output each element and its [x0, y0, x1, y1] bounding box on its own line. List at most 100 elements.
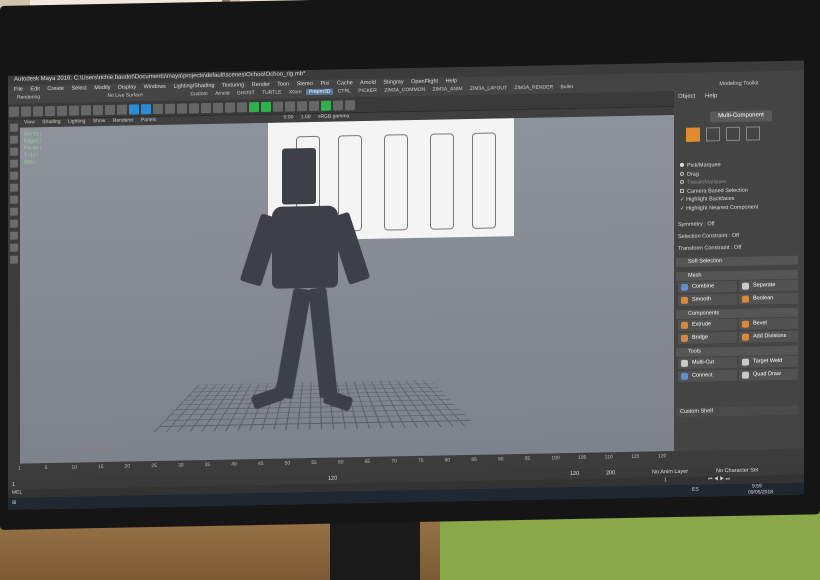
move-tool-icon[interactable]	[10, 160, 18, 168]
shelf-tool-icon[interactable]	[237, 102, 247, 112]
scale-field[interactable]: 1.00	[301, 114, 311, 120]
color-space[interactable]: sRGB gamma	[318, 113, 349, 120]
playback-controls[interactable]: ⏮ ◀ ▶ ⏭	[708, 476, 730, 482]
symmetry-row[interactable]: Symmetry : Off	[678, 221, 715, 228]
menu-windows[interactable]: Windows	[144, 84, 166, 90]
selection-constraint-row[interactable]: Selection Constraint : Off	[678, 233, 739, 240]
layout-icon[interactable]	[10, 208, 18, 216]
menu-toon[interactable]: Toon	[277, 81, 289, 87]
menu-help[interactable]: Help	[446, 78, 457, 84]
menu-render[interactable]: Render	[252, 82, 270, 88]
range-end-field[interactable]: 120	[570, 471, 579, 477]
shelf-tool-icon[interactable]	[297, 101, 307, 111]
character-head[interactable]	[282, 148, 316, 205]
tab-prepro3d[interactable]: Prepro3D	[306, 89, 333, 96]
shelf-tool-icon[interactable]	[189, 103, 199, 113]
wip-icon[interactable]	[129, 104, 139, 114]
shelf-tool-icon[interactable]	[93, 105, 103, 115]
fin-icon[interactable]	[141, 104, 151, 114]
boolean-button[interactable]: Boolean	[739, 293, 798, 305]
viewport-menu-show[interactable]: Show	[93, 118, 106, 124]
menu-texturing[interactable]: Texturing	[222, 82, 244, 88]
viewport-menu-panels[interactable]: Panels	[141, 117, 156, 123]
panel-menu-help[interactable]: Help	[705, 93, 717, 99]
shelf-tool-icon[interactable]	[177, 103, 187, 113]
current-frame-field[interactable]: 1	[664, 477, 667, 483]
layout-icon[interactable]	[10, 244, 18, 252]
target-weld-button[interactable]: Target Weld	[739, 356, 798, 368]
shelf-tool-icon[interactable]	[117, 105, 127, 115]
shelf-tool-icon[interactable]	[57, 106, 67, 116]
select-tool-icon[interactable]	[10, 124, 18, 132]
shelf-tool-icon[interactable]	[345, 100, 355, 110]
viewport-menu-shading[interactable]: Shading	[42, 119, 60, 125]
clock-date[interactable]: 09/05/2018	[748, 489, 773, 495]
menu-file[interactable]: File	[14, 87, 23, 93]
shelf-tool-icon[interactable]	[201, 103, 211, 113]
menu-arnold[interactable]: Arnold	[360, 80, 376, 86]
menu-lighting[interactable]: Lighting/Shading	[173, 83, 214, 90]
multi-cut-button[interactable]: Multi-Cut	[678, 357, 737, 369]
check-icon[interactable]	[321, 101, 331, 111]
layout-icon[interactable]	[10, 232, 18, 240]
green-tool-icon[interactable]	[261, 102, 271, 112]
bridge-button[interactable]: Bridge	[678, 332, 737, 344]
shelf-tool-icon[interactable]	[45, 106, 55, 116]
range-max-field[interactable]: 200	[606, 470, 615, 476]
shelf-tool-icon[interactable]	[81, 105, 91, 115]
add-divisions-button[interactable]: Add Divisions	[739, 331, 798, 343]
viewport-menu-lighting[interactable]: Lighting	[68, 118, 86, 124]
menu-display[interactable]: Display	[118, 84, 136, 90]
tab-zim3a-render[interactable]: ZIM3A_RENDER	[511, 84, 556, 91]
combine-button[interactable]: Combine	[678, 281, 737, 293]
tab-zim3a-common[interactable]: ZIM3A_COMMON	[381, 87, 428, 94]
panel-menu-object[interactable]: Object	[678, 94, 695, 100]
tab-bullet[interactable]: Bullet	[557, 84, 576, 90]
shelf-tool-icon[interactable]	[165, 104, 175, 114]
paint-tool-icon[interactable]	[10, 148, 18, 156]
multi-component-button[interactable]: Multi-Component	[710, 110, 772, 122]
menu-select[interactable]: Select	[71, 85, 86, 91]
tab-arnold[interactable]: Arnold	[212, 91, 232, 97]
custom-shelf-header[interactable]: Custom Shelf	[676, 406, 798, 417]
tab-zim3a-layout[interactable]: ZIM3A_LAYOUT	[467, 85, 510, 92]
tab-zim3a-anim[interactable]: ZIM3A_ANIM	[430, 86, 466, 93]
face-mode-icon[interactable]	[746, 126, 760, 140]
layout-icon[interactable]	[10, 256, 18, 264]
highlight-nearest-checkbox[interactable]: ✓ Highlight Nearest Component	[680, 203, 758, 213]
edge-mode-icon[interactable]	[726, 127, 740, 141]
bevel-button[interactable]: Bevel	[739, 318, 798, 330]
viewport-menu-view[interactable]: View	[24, 119, 35, 125]
anim-layer-dropdown[interactable]: No Anim Layer	[652, 469, 688, 476]
shelf-tool-icon[interactable]	[273, 102, 283, 112]
extrude-button[interactable]: Extrude	[678, 319, 737, 331]
separate-button[interactable]: Separate	[739, 280, 798, 292]
character-set-dropdown[interactable]: No Character Set	[716, 467, 759, 474]
shelf-tool-icon[interactable]	[309, 101, 319, 111]
scale-tool-icon[interactable]	[10, 184, 18, 192]
shelf-tool-icon[interactable]	[285, 101, 295, 111]
layout-icon[interactable]	[10, 196, 18, 204]
green-tool-icon[interactable]	[249, 102, 259, 112]
rotate-tool-icon[interactable]	[10, 172, 18, 180]
object-mode-icon[interactable]	[686, 128, 700, 142]
shelf-tool-icon[interactable]	[69, 105, 79, 115]
menu-cache[interactable]: Cache	[337, 80, 353, 86]
quad-draw-button[interactable]: Quad Draw	[739, 369, 798, 381]
menu-stingray[interactable]: Stingray	[383, 79, 403, 85]
menu-create[interactable]: Create	[47, 86, 64, 92]
tab-turtle[interactable]: TURTLE	[259, 90, 284, 96]
shelf-tool-icon[interactable]	[333, 100, 343, 110]
menu-pixi[interactable]: Pixi	[320, 81, 329, 87]
tab-xgen[interactable]: XGen	[286, 89, 305, 95]
shelf-tool-icon[interactable]	[21, 106, 31, 116]
menu-edit[interactable]: Edit	[30, 86, 39, 92]
3d-viewport[interactable]: Verts: Edges: Faces: Tris: UVs:	[20, 115, 674, 472]
menu-openflight[interactable]: OpenFlight	[411, 79, 438, 86]
shelf-tool-icon[interactable]	[105, 105, 115, 115]
near-clip-field[interactable]: 0.00	[284, 114, 294, 120]
shelf-tool-icon[interactable]	[225, 102, 235, 112]
transform-constraint-row[interactable]: Transform Constraint : Off	[678, 245, 741, 252]
menu-modify[interactable]: Modify	[94, 85, 110, 91]
shelf-tool-icon[interactable]	[213, 103, 223, 113]
